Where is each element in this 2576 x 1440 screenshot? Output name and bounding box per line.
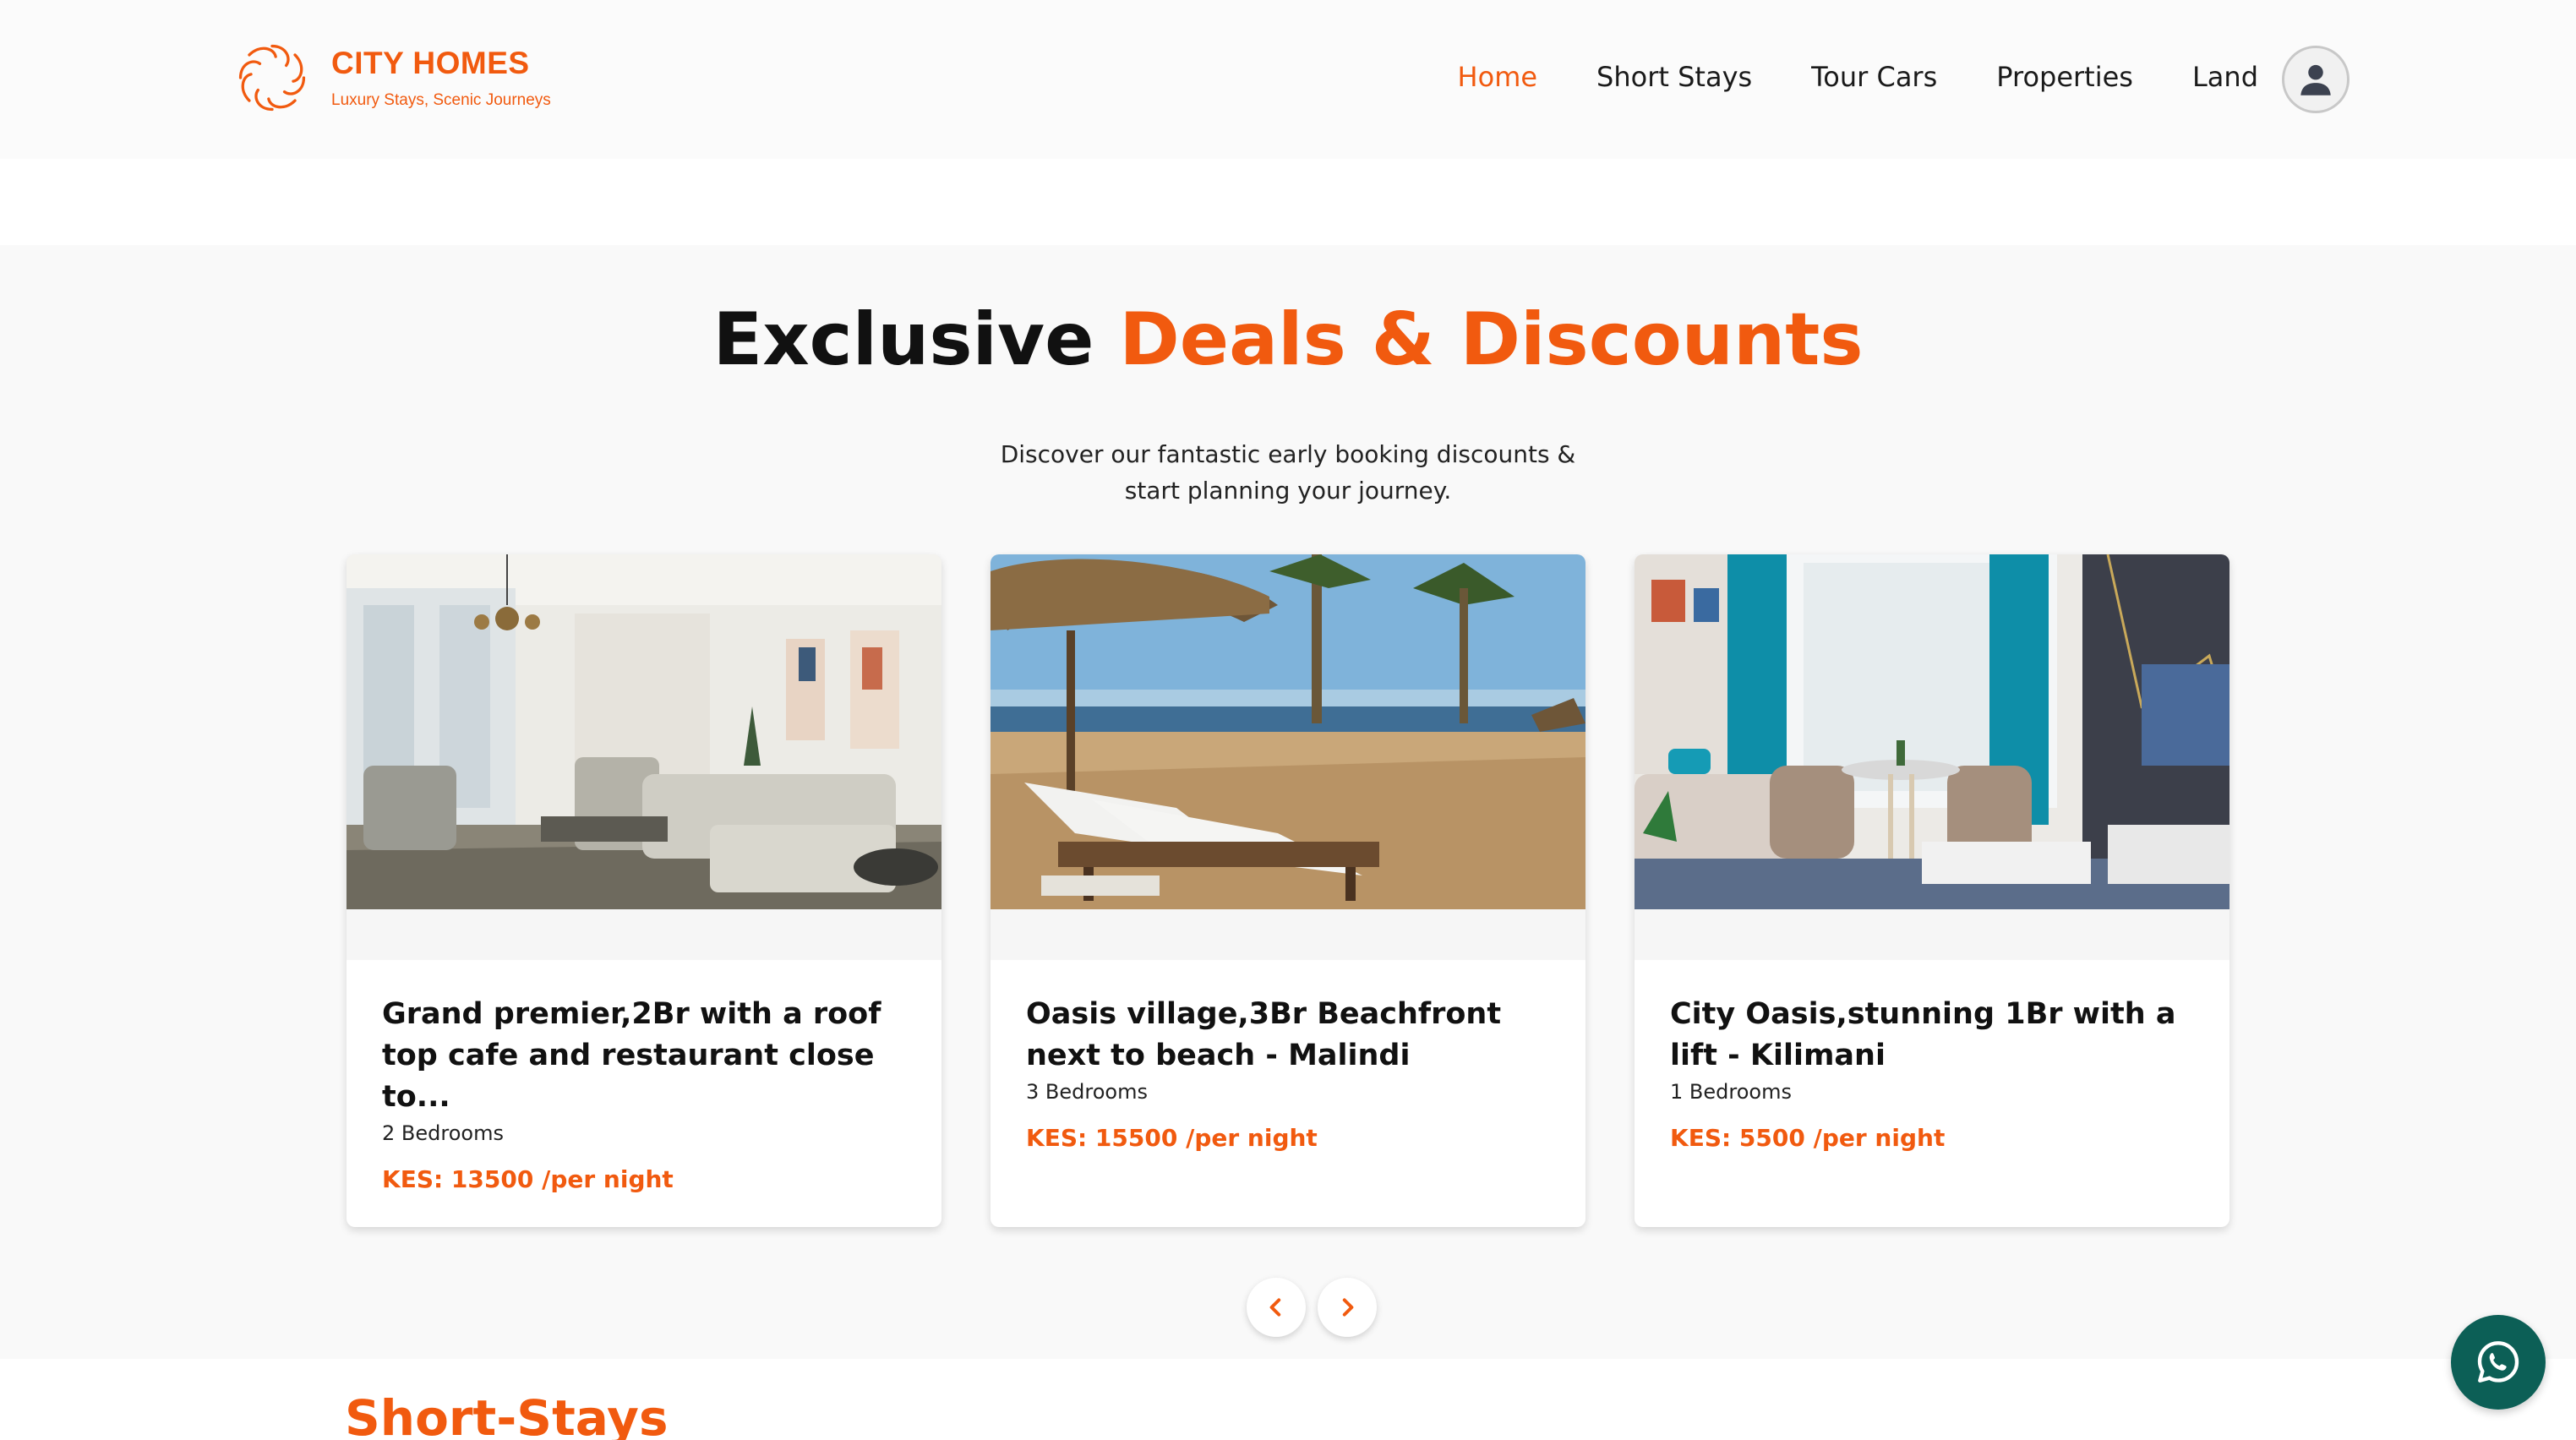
living-room-photo: [347, 554, 941, 909]
chevron-right-icon: [1342, 1298, 1354, 1317]
nav-short-stays[interactable]: Short Stays: [1596, 61, 1752, 93]
brand-tagline: Luxury Stays, Scenic Journeys: [331, 91, 551, 109]
carousel-prev-button[interactable]: [1247, 1278, 1306, 1337]
card-body: City Oasis,stunning 1Br with a lift - Ki…: [1670, 994, 2202, 1152]
image-divider: [1635, 909, 2229, 960]
nav-home[interactable]: Home: [1458, 61, 1538, 93]
logo[interactable]: CITY HOMES Luxury Stays, Scenic Journeys: [228, 34, 551, 122]
deal-card[interactable]: City Oasis,stunning 1Br with a lift - Ki…: [1635, 554, 2229, 1227]
card-title[interactable]: Oasis village,3Br Beachfront next to bea…: [1026, 994, 1558, 1077]
site-header: CITY HOMES Luxury Stays, Scenic Journeys…: [0, 0, 2576, 159]
teal-curtains-living-room-photo: [1635, 554, 2229, 909]
card-bedrooms: 3 Bedrooms: [1026, 1080, 1148, 1104]
image-divider: [991, 909, 1585, 960]
card-bedrooms: 1 Bedrooms: [1670, 1080, 1792, 1104]
card-price: KES: 5500 /per night: [1670, 1124, 1946, 1152]
card-price: KES: 13500 /per night: [382, 1165, 674, 1193]
card-title[interactable]: City Oasis,stunning 1Br with a lift - Ki…: [1670, 994, 2202, 1077]
deal-card[interactable]: Grand premier,2Br with a roof top cafe a…: [347, 554, 941, 1227]
nav-properties[interactable]: Properties: [1996, 61, 2133, 93]
short-stays-heading: Short-Stays: [345, 1389, 669, 1440]
card-price: KES: 15500 /per night: [1026, 1124, 1318, 1152]
brand-name: CITY HOMES: [331, 46, 530, 80]
whatsapp-icon: [2477, 1341, 2519, 1383]
profile-button[interactable]: [2282, 46, 2350, 113]
card-title[interactable]: Grand premier,2Br with a roof top cafe a…: [382, 994, 914, 1118]
deals-subtitle: Discover our fantastic early booking dis…: [1000, 440, 1576, 505]
card-body: Grand premier,2Br with a roof top cafe a…: [382, 994, 914, 1193]
whatsapp-button[interactable]: [2451, 1315, 2546, 1410]
deals-heading: Exclusive Deals & Discounts: [0, 297, 2576, 382]
chevron-left-icon: [1269, 1298, 1281, 1317]
nav-tour-cars[interactable]: Tour Cars: [1811, 61, 1937, 93]
card-body: Oasis village,3Br Beachfront next to bea…: [1026, 994, 1558, 1152]
user-icon: [2300, 64, 2331, 95]
deals-heading-accent: Deals & Discounts: [1119, 297, 1864, 382]
carousel-next-button[interactable]: [1318, 1278, 1377, 1337]
beach-loungers-photo: [991, 554, 1585, 909]
image-divider: [347, 909, 941, 960]
sun-logo-icon: [238, 44, 306, 112]
main-nav: Home Short Stays Tour Cars Properties La…: [1399, 61, 2258, 93]
deals-heading-plain: Exclusive: [712, 297, 1094, 382]
nav-land[interactable]: Land: [2192, 61, 2258, 93]
card-bedrooms: 2 Bedrooms: [382, 1121, 504, 1145]
deal-card[interactable]: Oasis village,3Br Beachfront next to bea…: [991, 554, 1585, 1227]
